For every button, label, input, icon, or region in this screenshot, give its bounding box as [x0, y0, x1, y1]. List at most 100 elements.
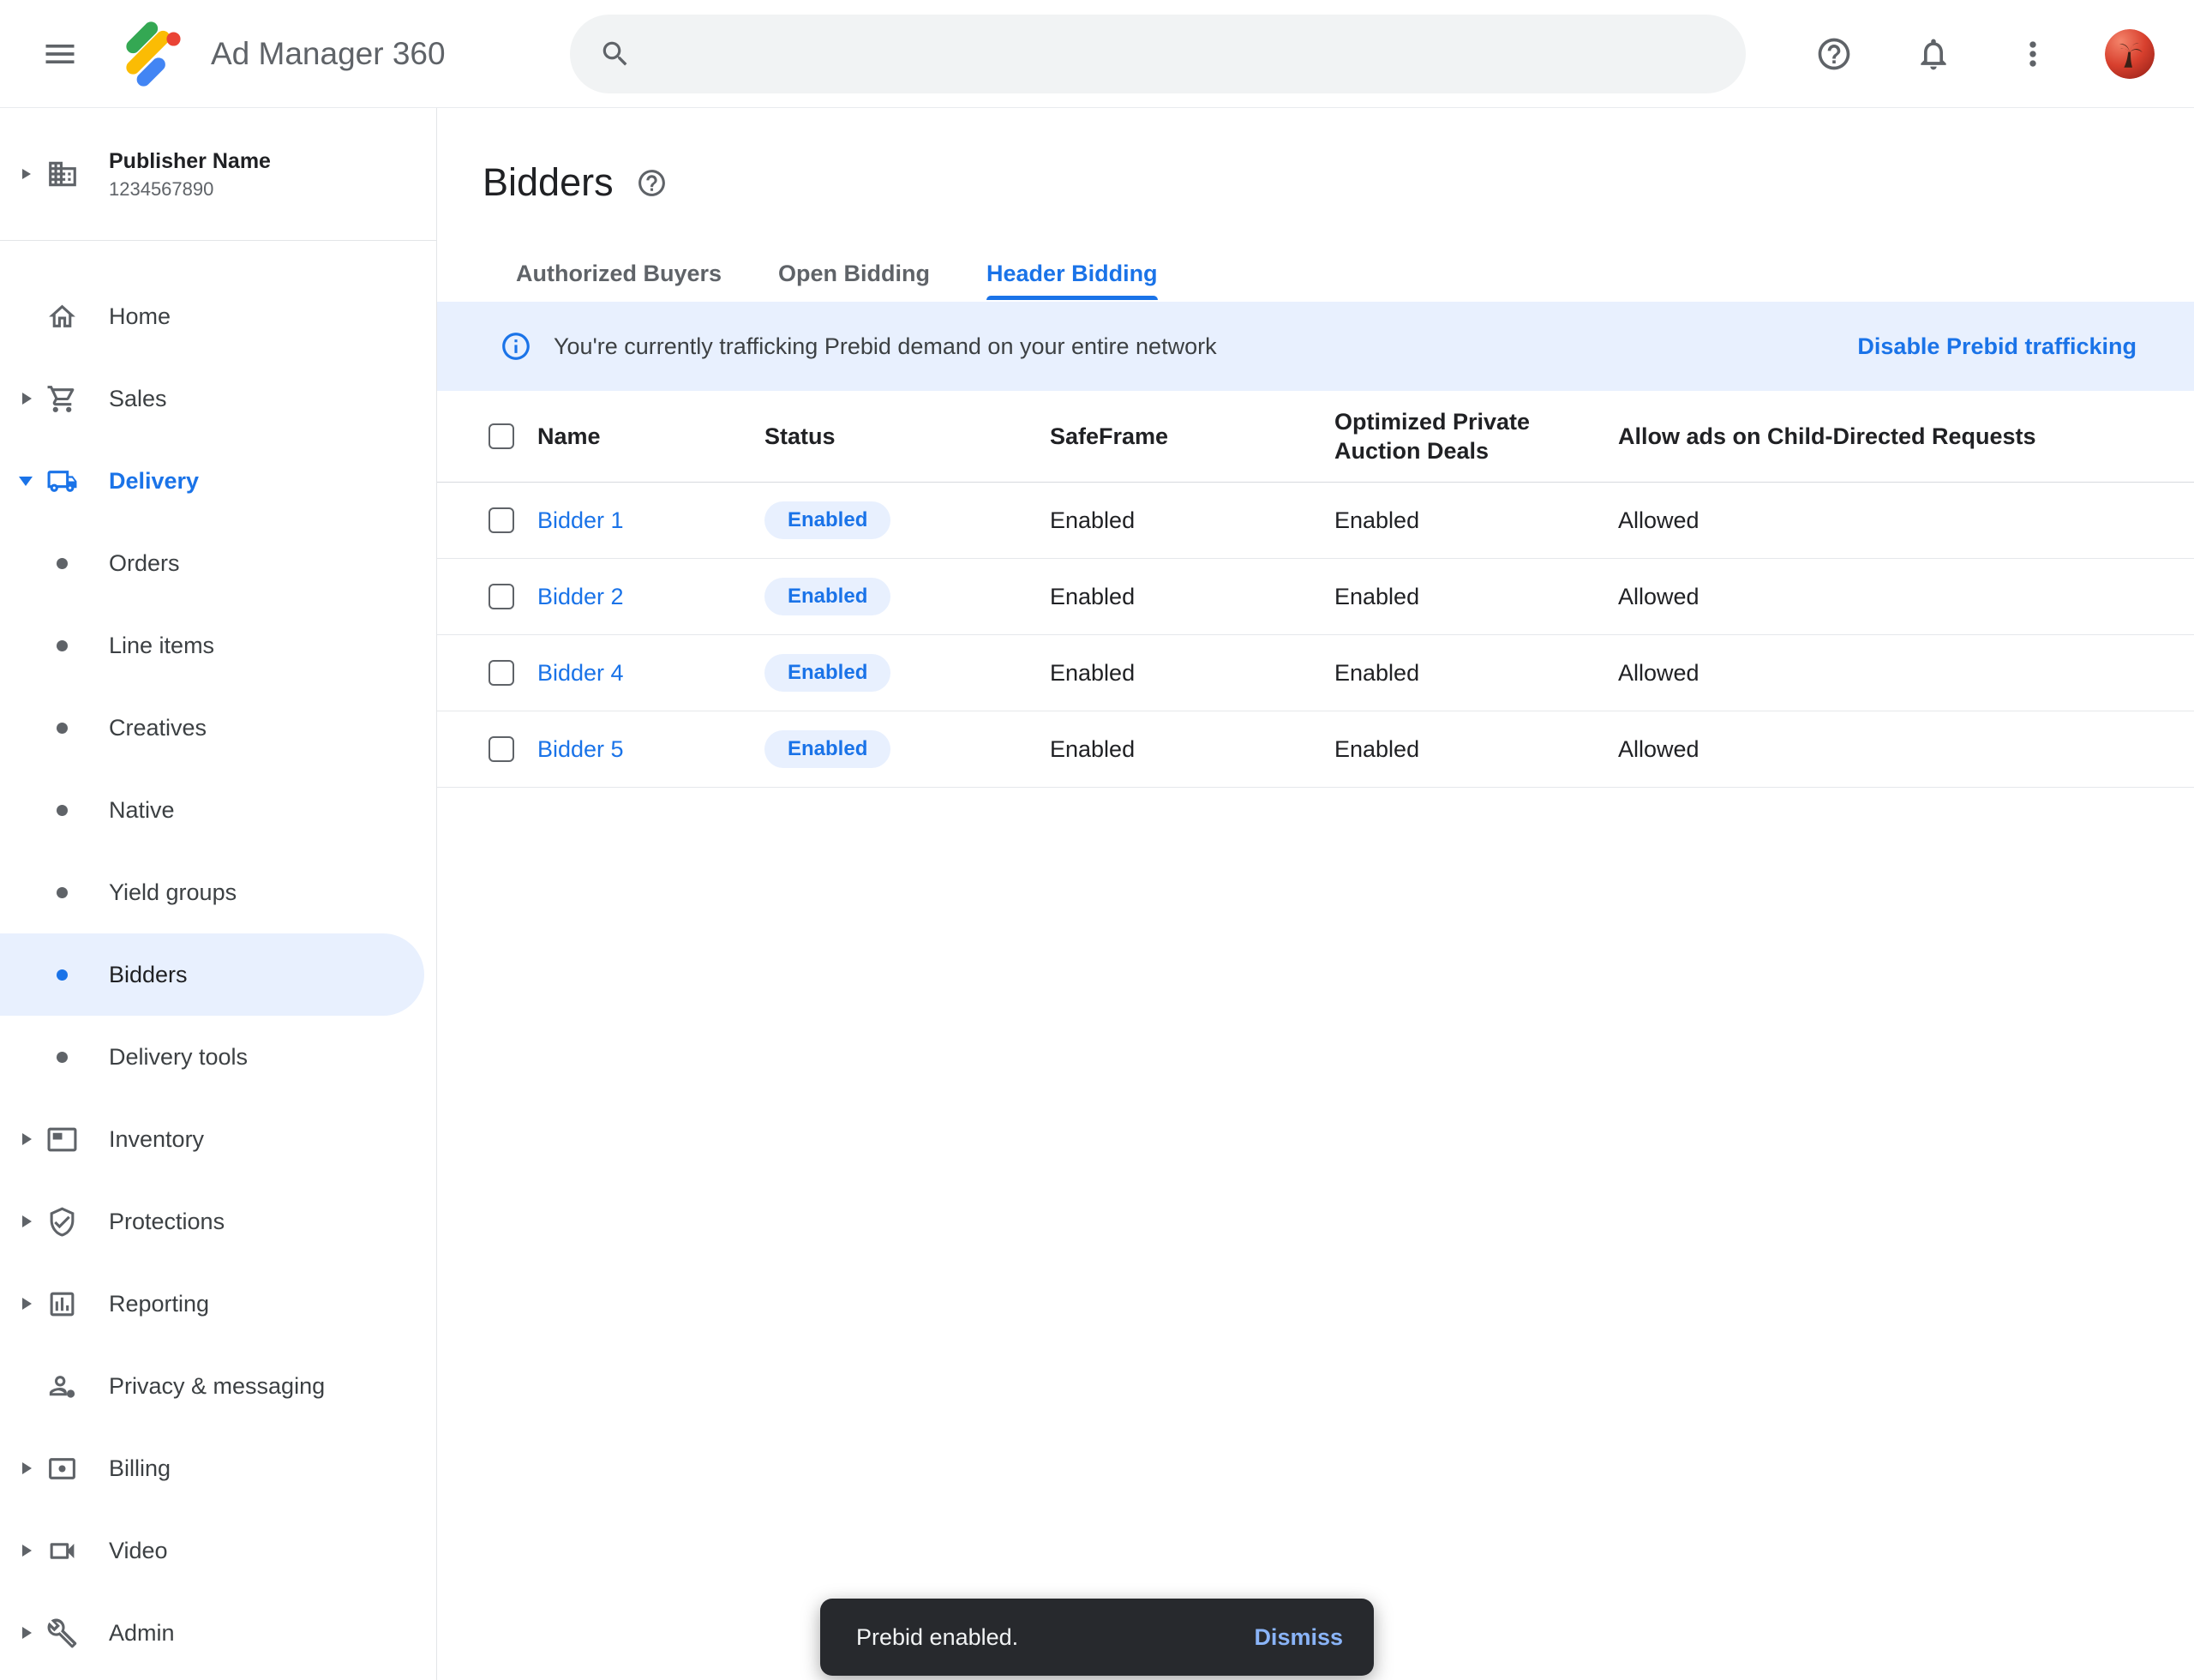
more-vertical-icon — [2014, 35, 2052, 73]
tab-bar: Authorized Buyers Open Bidding Header Bi… — [516, 261, 2194, 300]
truck-icon — [46, 465, 78, 497]
snackbar-dismiss-button[interactable]: Dismiss — [1254, 1624, 1343, 1651]
chevron-right-icon — [22, 1298, 32, 1310]
sidebar-item-home[interactable]: Home — [0, 275, 436, 357]
safeframe-value: Enabled — [1050, 736, 1334, 763]
optimized-private-auction-deals-value: Enabled — [1334, 660, 1618, 687]
sidebar: Publisher Name 1234567890 Home Sales Del… — [0, 108, 437, 1680]
page-help-icon[interactable] — [636, 167, 668, 199]
bullet-icon — [57, 558, 68, 569]
bidders-table: Name Status SafeFrame Optimized Private … — [437, 391, 2194, 788]
sidebar-item-label: Orders — [109, 550, 180, 577]
inventory-icon — [46, 1124, 78, 1155]
publisher-id: 1234567890 — [109, 178, 271, 201]
publisher-name: Publisher Name — [109, 148, 271, 174]
tab-authorized-buyers[interactable]: Authorized Buyers — [516, 261, 722, 300]
publisher-selector[interactable]: Publisher Name 1234567890 — [0, 108, 436, 241]
table-row: Bidder 1 Enabled Enabled Enabled Allowed — [437, 483, 2194, 559]
snackbar: Prebid enabled. Dismiss — [820, 1599, 1374, 1676]
sidebar-item-line-items[interactable]: Line items — [0, 604, 436, 687]
help-icon — [1815, 35, 1853, 73]
sidebar-item-label: Billing — [109, 1455, 171, 1482]
row-checkbox[interactable] — [489, 736, 514, 762]
sidebar-item-delivery[interactable]: Delivery — [0, 440, 436, 522]
sidebar-item-native[interactable]: Native — [0, 769, 436, 851]
search-icon — [599, 38, 632, 70]
bullet-icon — [57, 640, 68, 651]
chevron-down-icon — [19, 477, 33, 486]
bidder-link[interactable]: Bidder 5 — [537, 736, 624, 762]
sidebar-item-creatives[interactable]: Creatives — [0, 687, 436, 769]
app-header: Ad Manager 360 — [0, 0, 2194, 108]
column-header-safeframe: SafeFrame — [1050, 422, 1334, 451]
sidebar-item-label: Yield groups — [109, 879, 237, 906]
notifications-button[interactable] — [1906, 27, 1961, 81]
home-icon — [46, 301, 78, 333]
sidebar-item-label: Line items — [109, 633, 214, 659]
sidebar-item-yield-groups[interactable]: Yield groups — [0, 851, 436, 933]
bullet-icon — [57, 723, 68, 734]
sidebar-item-label: Native — [109, 797, 175, 824]
bullet-icon — [57, 887, 68, 898]
hamburger-menu-icon — [41, 35, 79, 73]
table-header-row: Name Status SafeFrame Optimized Private … — [437, 391, 2194, 483]
sidebar-item-orders[interactable]: Orders — [0, 522, 436, 604]
cart-icon — [46, 383, 78, 415]
safeframe-value: Enabled — [1050, 507, 1334, 534]
column-header-status: Status — [764, 422, 1050, 451]
child-directed-value: Allowed — [1618, 736, 2194, 763]
sidebar-item-bidders[interactable]: Bidders — [0, 933, 424, 1016]
ad-manager-logo-icon — [117, 18, 189, 90]
menu-button[interactable] — [29, 23, 91, 85]
page-title: Bidders — [483, 159, 614, 206]
select-all-checkbox[interactable] — [489, 423, 514, 449]
search-bar[interactable] — [570, 15, 1746, 93]
sidebar-item-label: Bidders — [109, 962, 188, 988]
sidebar-item-delivery-tools[interactable]: Delivery tools — [0, 1016, 436, 1098]
sidebar-item-label: Admin — [109, 1620, 175, 1647]
search-input[interactable] — [650, 39, 1717, 69]
child-directed-value: Allowed — [1618, 660, 2194, 687]
bidder-link[interactable]: Bidder 4 — [537, 660, 624, 686]
bidder-link[interactable]: Bidder 2 — [537, 584, 624, 609]
optimized-private-auction-deals-value: Enabled — [1334, 507, 1618, 534]
row-checkbox[interactable] — [489, 584, 514, 609]
child-directed-value: Allowed — [1618, 507, 2194, 534]
sidebar-item-video[interactable]: Video — [0, 1509, 436, 1592]
sidebar-item-billing[interactable]: Billing — [0, 1427, 436, 1509]
building-icon — [46, 158, 79, 190]
sidebar-item-admin[interactable]: Admin — [0, 1592, 436, 1674]
column-header-child-directed: Allow ads on Child-Directed Requests — [1618, 422, 2194, 451]
person-icon — [46, 1371, 78, 1402]
chevron-right-icon — [22, 169, 31, 179]
bell-icon — [1915, 35, 1952, 73]
bar-chart-icon — [46, 1288, 78, 1320]
sidebar-item-reporting[interactable]: Reporting — [0, 1263, 436, 1345]
status-badge: Enabled — [764, 730, 890, 768]
row-checkbox[interactable] — [489, 507, 514, 533]
chevron-right-icon — [22, 393, 32, 405]
app-title: Ad Manager 360 — [211, 36, 446, 72]
tab-open-bidding[interactable]: Open Bidding — [778, 261, 930, 300]
banner-message: You're currently trafficking Prebid dema… — [554, 333, 1217, 360]
bullet-icon — [57, 969, 68, 981]
sidebar-nav: Home Sales Delivery Orders Line items Cr… — [0, 241, 436, 1674]
sidebar-item-privacy-messaging[interactable]: Privacy & messaging — [0, 1345, 436, 1427]
column-header-name: Name — [537, 422, 764, 451]
row-checkbox[interactable] — [489, 660, 514, 686]
more-options-button[interactable] — [2005, 27, 2060, 81]
tab-header-bidding[interactable]: Header Bidding — [986, 261, 1158, 300]
bidder-link[interactable]: Bidder 1 — [537, 507, 624, 533]
disable-prebid-link[interactable]: Disable Prebid trafficking — [1857, 333, 2137, 360]
chevron-right-icon — [22, 1627, 32, 1639]
sidebar-item-label: Reporting — [109, 1291, 209, 1317]
help-button[interactable] — [1807, 27, 1861, 81]
sidebar-item-protections[interactable]: Protections — [0, 1180, 436, 1263]
shield-icon — [46, 1206, 78, 1238]
child-directed-value: Allowed — [1618, 584, 2194, 610]
column-header-optimized-private-auction-deals: Optimized Private Auction Deals — [1334, 407, 1618, 465]
sidebar-item-inventory[interactable]: Inventory — [0, 1098, 436, 1180]
user-avatar[interactable] — [2105, 29, 2155, 79]
bullet-icon — [57, 1052, 68, 1063]
sidebar-item-sales[interactable]: Sales — [0, 357, 436, 440]
